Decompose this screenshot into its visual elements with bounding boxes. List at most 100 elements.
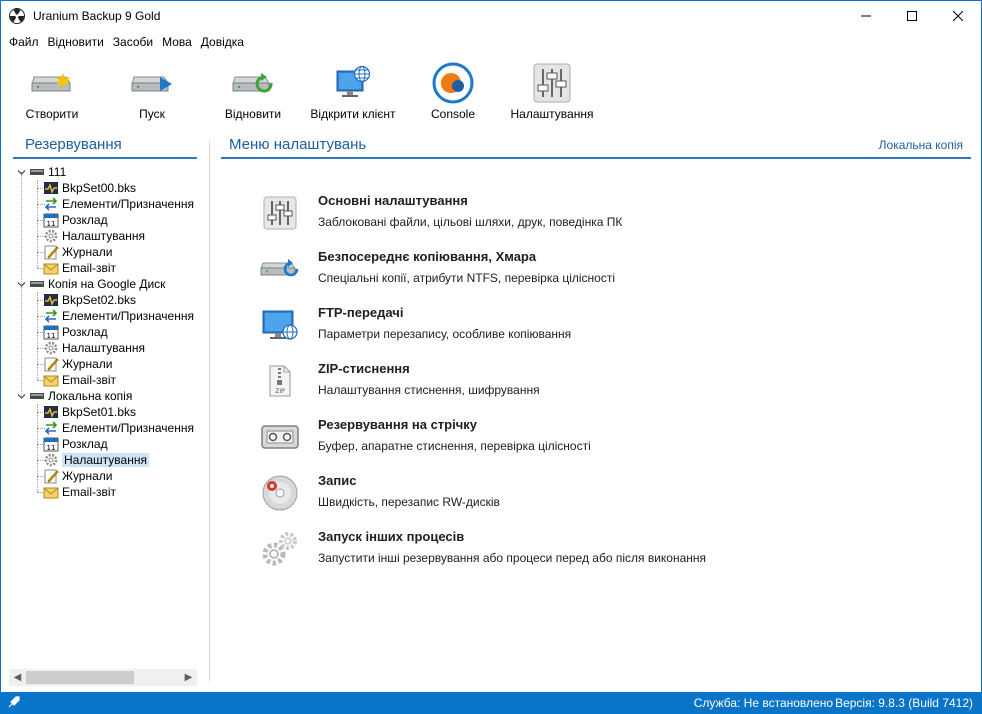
tree-item-logs[interactable]: Журнали [43, 356, 113, 372]
maximize-button[interactable] [889, 1, 935, 31]
backup-tree[interactable]: 111 BkpSet00.bks Елементи/Призначення 11… [13, 163, 199, 663]
tree-label: Локальна копія [48, 389, 133, 403]
chevron-down-icon[interactable] [17, 168, 26, 177]
tree-item-settings[interactable]: Налаштування [43, 228, 145, 244]
svg-text:ZIP: ZIP [275, 388, 285, 395]
drive-icon [29, 276, 45, 292]
calendar-icon: 11 [43, 212, 59, 228]
tree-item-elements[interactable]: Елементи/Призначення [43, 196, 194, 212]
setting-direct-copy-cloud[interactable]: Безпосереднє копіювання, Хмара Спеціальн… [257, 249, 857, 293]
scroll-left-icon[interactable]: ◀ [9, 669, 26, 686]
window-title: Uranium Backup 9 Gold [33, 9, 161, 23]
title-bar: Uranium Backup 9 Gold [1, 1, 981, 31]
tree-label: Елементи/Призначення [62, 309, 194, 323]
menu-file[interactable]: Файл [5, 32, 44, 52]
tree-item-bks[interactable]: BkpSet02.bks [43, 292, 136, 308]
tree-item-schedule[interactable]: 11 Розклад [43, 436, 108, 452]
setting-run-processes[interactable]: Запуск інших процесів Запустити інші рез… [257, 529, 857, 573]
tree-item-email[interactable]: Email-звіт [43, 484, 116, 500]
backups-panel-title: Резервування [25, 136, 122, 153]
tree-label: Email-звіт [62, 261, 117, 275]
setting-tape[interactable]: Резервування на стрічку Буфер, апаратне … [257, 417, 857, 461]
svg-text:11: 11 [47, 332, 56, 340]
tree-label: Налаштування [62, 453, 149, 467]
tree-item-schedule[interactable]: 11 Розклад [43, 324, 108, 340]
setting-description: Заблоковані файли, цільові шляхи, друк, … [318, 215, 623, 229]
console-icon [432, 62, 474, 104]
chevron-down-icon[interactable] [17, 280, 26, 289]
setting-title: ZIP-стиснення [318, 361, 410, 376]
sliders-icon [257, 193, 303, 233]
gears-icon [257, 529, 303, 569]
version-info: Версія: 9.8.3 (Build 7412) [835, 696, 973, 710]
calendar-icon: 11 [43, 436, 59, 452]
menu-tools[interactable]: Засоби [109, 32, 158, 52]
tree-item-bks[interactable]: BkpSet01.bks [43, 404, 136, 420]
setting-ftp[interactable]: FTP-передачі Параметри перезапису, особл… [257, 305, 857, 349]
tree-item-email[interactable]: Email-звіт [43, 372, 116, 388]
setting-general[interactable]: Основні налаштування Заблоковані файли, … [257, 193, 857, 237]
tree-horizontal-scrollbar[interactable]: ◀ ▶ [9, 669, 197, 686]
close-button[interactable] [935, 1, 981, 31]
scroll-thumb[interactable] [26, 671, 134, 684]
radiation-icon [9, 8, 25, 24]
rocket-icon[interactable] [7, 695, 21, 709]
tree-item-bks[interactable]: BkpSet00.bks [43, 180, 136, 196]
tree-item-logs[interactable]: Журнали [43, 468, 113, 484]
setting-description: Налаштування стиснення, шифрування [318, 383, 540, 397]
gear-icon [43, 340, 59, 356]
toolbar-settings-button[interactable]: Налаштування [507, 61, 597, 121]
tree-label: Налаштування [62, 341, 145, 355]
transfer-arrows-icon [43, 420, 59, 436]
setting-description: Швидкість, перезапис RW-дисків [318, 495, 500, 509]
zip-file-icon: ZIP [257, 361, 303, 401]
settings-menu-title: Меню налаштувань [229, 136, 367, 153]
toolbar-console-button[interactable]: Console [423, 61, 483, 121]
tree-label: Елементи/Призначення [62, 421, 194, 435]
tree-item-settings[interactable]: Налаштування [43, 340, 145, 356]
toolbar-open-client-button[interactable]: Відкрити клієнт [307, 61, 399, 121]
tree-backup-local-copy[interactable]: Локальна копія [29, 388, 132, 404]
scroll-right-icon[interactable]: ▶ [180, 669, 197, 686]
tree-item-email[interactable]: Email-звіт [43, 260, 116, 276]
setting-title: Запис [318, 473, 357, 488]
pencil-note-icon [43, 244, 59, 260]
tree-label: Розклад [62, 325, 108, 339]
gear-icon [43, 228, 59, 244]
tree-item-elements[interactable]: Елементи/Призначення [43, 308, 194, 324]
minimize-button[interactable] [843, 1, 889, 31]
tape-icon [257, 417, 303, 457]
activity-icon [43, 180, 59, 196]
setting-burn[interactable]: Запис Швидкість, перезапис RW-дисків [257, 473, 857, 517]
tree-item-schedule[interactable]: 11 Розклад [43, 212, 108, 228]
toolbar-label: Відкрити клієнт [310, 107, 396, 121]
backups-panel-header: Резервування [13, 135, 197, 159]
tree-backup-google-drive[interactable]: Копія на Google Диск [29, 276, 165, 292]
email-icon [43, 260, 59, 276]
tree-label: Налаштування [62, 229, 145, 243]
toolbar-create-button[interactable]: Створити [21, 61, 83, 121]
tree-item-settings-selected[interactable]: Налаштування [43, 452, 149, 468]
toolbar-run-button[interactable]: Пуск [121, 61, 183, 121]
chevron-down-icon[interactable] [17, 392, 26, 401]
disc-icon [257, 473, 303, 513]
current-backup-link[interactable]: Локальна копія [879, 138, 963, 152]
toolbar-restore-button[interactable]: Відновити [221, 61, 285, 121]
tree-label: Розклад [62, 213, 108, 227]
toolbar-label: Налаштування [510, 107, 594, 121]
menu-help[interactable]: Довідка [197, 32, 249, 52]
menu-language[interactable]: Мова [158, 32, 197, 52]
tree-label: Копія на Google Диск [48, 277, 166, 291]
svg-text:11: 11 [47, 220, 56, 228]
toolbar-label: Відновити [224, 107, 282, 121]
pane-splitter[interactable] [209, 141, 210, 681]
service-status: Служба: Не встановлено [693, 696, 833, 710]
tree-item-logs[interactable]: Журнали [43, 244, 113, 260]
drive-run-icon [131, 76, 172, 92]
menu-restore[interactable]: Відновити [44, 32, 109, 52]
tree-label: Журнали [62, 357, 113, 371]
tree-backup-111[interactable]: 111 [29, 164, 66, 180]
drive-sync-icon [257, 249, 303, 289]
setting-zip[interactable]: ZIP ZIP-стиснення Налаштування стиснення… [257, 361, 857, 405]
tree-item-elements[interactable]: Елементи/Призначення [43, 420, 194, 436]
